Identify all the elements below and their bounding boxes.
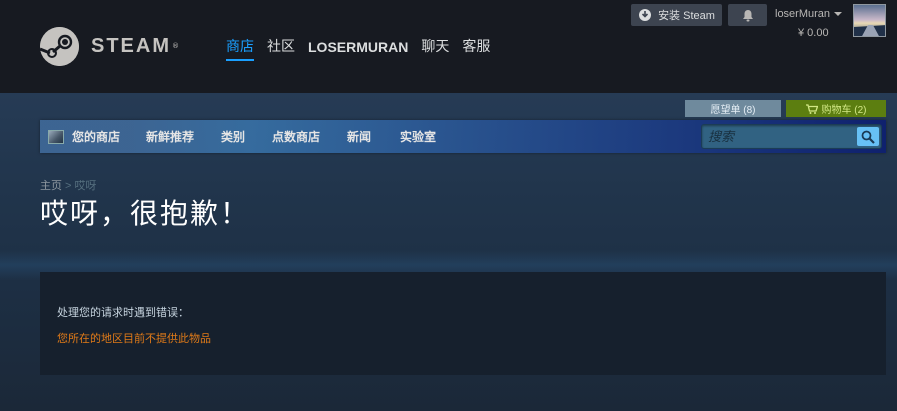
account-name-label: loserMuran (775, 8, 831, 20)
notifications-button[interactable] (728, 4, 767, 26)
error-intro-text: 处理您的请求时遇到错误： (57, 307, 189, 319)
tab-points-shop[interactable]: 点数商店 (272, 120, 320, 153)
nav-chat[interactable]: 聊天 (421, 38, 449, 61)
bell-icon (742, 9, 753, 21)
breadcrumb-home[interactable]: 主页 (40, 180, 62, 192)
install-steam-label: 安装 Steam (658, 10, 715, 22)
search-button[interactable] (857, 127, 879, 146)
your-store-icon (48, 129, 64, 144)
tab-labs[interactable]: 实验室 (400, 120, 436, 153)
tab-news[interactable]: 新闻 (347, 120, 371, 153)
search-box (701, 124, 882, 149)
cart-label: 购物车 (2) (821, 105, 867, 116)
wishlist-button[interactable]: 愿望单 (8) (685, 100, 781, 117)
steam-logo-text: STEAM (91, 34, 171, 57)
page-title: 哎呀，很抱歉！ (40, 197, 251, 230)
search-input[interactable] (708, 127, 853, 146)
nav-support[interactable]: 客服 (462, 38, 490, 61)
cart-icon (805, 103, 818, 114)
breadcrumb: 主页 > 哎呀 (40, 177, 96, 193)
download-icon (639, 9, 652, 21)
tab-new-noteworthy[interactable]: 新鲜推荐 (146, 120, 194, 153)
chevron-down-icon (834, 12, 843, 17)
wallet-balance[interactable]: ¥ 0.00 (798, 27, 829, 39)
global-header: STEAM ® 商店 社区 LOSERMURAN 聊天 客服 安装 Steam l… (0, 0, 897, 93)
error-message: 您所在的地区目前不提供此物品 (57, 333, 211, 345)
registered-mark: ® (172, 42, 179, 50)
avatar[interactable] (853, 4, 886, 37)
main-nav: 商店 社区 LOSERMURAN 聊天 客服 (226, 38, 503, 61)
steam-logo-icon (40, 26, 79, 66)
breadcrumb-separator: > (65, 180, 72, 192)
account-menu[interactable]: loserMuran (775, 8, 843, 20)
tab-categories[interactable]: 类别 (221, 120, 245, 153)
nav-profile[interactable]: LOSERMURAN (308, 38, 408, 61)
install-steam-button[interactable]: 安装 Steam (631, 4, 722, 26)
tab-your-store-label: 您的商店 (72, 130, 121, 144)
cart-button[interactable]: 购物车 (2) (786, 100, 886, 117)
error-panel: 处理您的请求时遇到错误： 您所在的地区目前不提供此物品 (40, 272, 886, 375)
steam-logo[interactable]: STEAM ® (40, 26, 179, 66)
nav-store[interactable]: 商店 (226, 38, 254, 61)
search-icon (861, 130, 875, 144)
tab-your-store[interactable]: 您的商店 (48, 120, 120, 153)
nav-community[interactable]: 社区 (267, 38, 295, 61)
breadcrumb-current: 哎呀 (74, 180, 97, 192)
